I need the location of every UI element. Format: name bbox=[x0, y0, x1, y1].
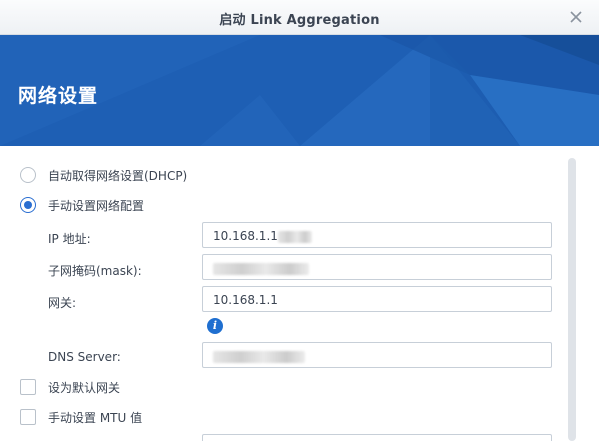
ip-value: 10.168.1.1 bbox=[213, 229, 278, 243]
manual-option-label: 手动设置网络配置 bbox=[48, 198, 145, 213]
redacted-blur bbox=[213, 350, 305, 363]
dhcp-radio[interactable] bbox=[20, 167, 36, 183]
dialog-title: 启动 Link Aggregation bbox=[219, 13, 380, 28]
dns-input[interactable] bbox=[202, 342, 552, 368]
mask-label: 子网掩码(mask): bbox=[48, 264, 142, 278]
dhcp-option-label: 自动取得网络设置(DHCP) bbox=[48, 168, 188, 183]
manual-mtu-checkbox[interactable] bbox=[20, 409, 36, 425]
title-bar: 启动 Link Aggregation bbox=[0, 0, 599, 35]
redacted-blur bbox=[277, 230, 312, 243]
gateway-value: 10.168.1.1 bbox=[213, 293, 278, 307]
gateway-input[interactable]: 10.168.1.1 bbox=[202, 286, 552, 312]
ip-input[interactable]: 10.168.1.1 bbox=[202, 222, 552, 248]
default-gateway-label: 设为默认网关 bbox=[48, 380, 121, 395]
info-icon[interactable]: i bbox=[207, 318, 223, 334]
dns-label: DNS Server: bbox=[48, 350, 121, 364]
close-button[interactable] bbox=[567, 8, 585, 26]
manual-option[interactable]: 手动设置网络配置 bbox=[20, 195, 144, 215]
gateway-label: 网关: bbox=[48, 296, 77, 310]
ip-label: IP 地址: bbox=[48, 232, 91, 246]
header-banner: 网络设置 bbox=[0, 35, 599, 146]
settings-content: 自动取得网络设置(DHCP) 手动设置网络配置 IP 地址: 10.168.1.… bbox=[0, 146, 599, 441]
manual-radio[interactable] bbox=[20, 197, 36, 213]
default-gateway-checkbox[interactable] bbox=[20, 379, 36, 395]
mtu-input[interactable] bbox=[202, 434, 552, 441]
manual-mtu-label: 手动设置 MTU 值 bbox=[48, 410, 143, 425]
manual-mtu-option[interactable]: 手动设置 MTU 值 bbox=[20, 407, 142, 427]
close-icon bbox=[570, 11, 582, 23]
scrollbar[interactable] bbox=[568, 158, 576, 441]
banner-title: 网络设置 bbox=[18, 85, 99, 107]
mask-input[interactable] bbox=[202, 254, 552, 280]
redacted-blur bbox=[213, 262, 309, 275]
default-gateway-option[interactable]: 设为默认网关 bbox=[20, 377, 120, 397]
dhcp-option[interactable]: 自动取得网络设置(DHCP) bbox=[20, 165, 187, 185]
link-aggregation-dialog: 启动 Link Aggregation 网络设置 自动取得网络设置(DHCP) bbox=[0, 0, 599, 441]
